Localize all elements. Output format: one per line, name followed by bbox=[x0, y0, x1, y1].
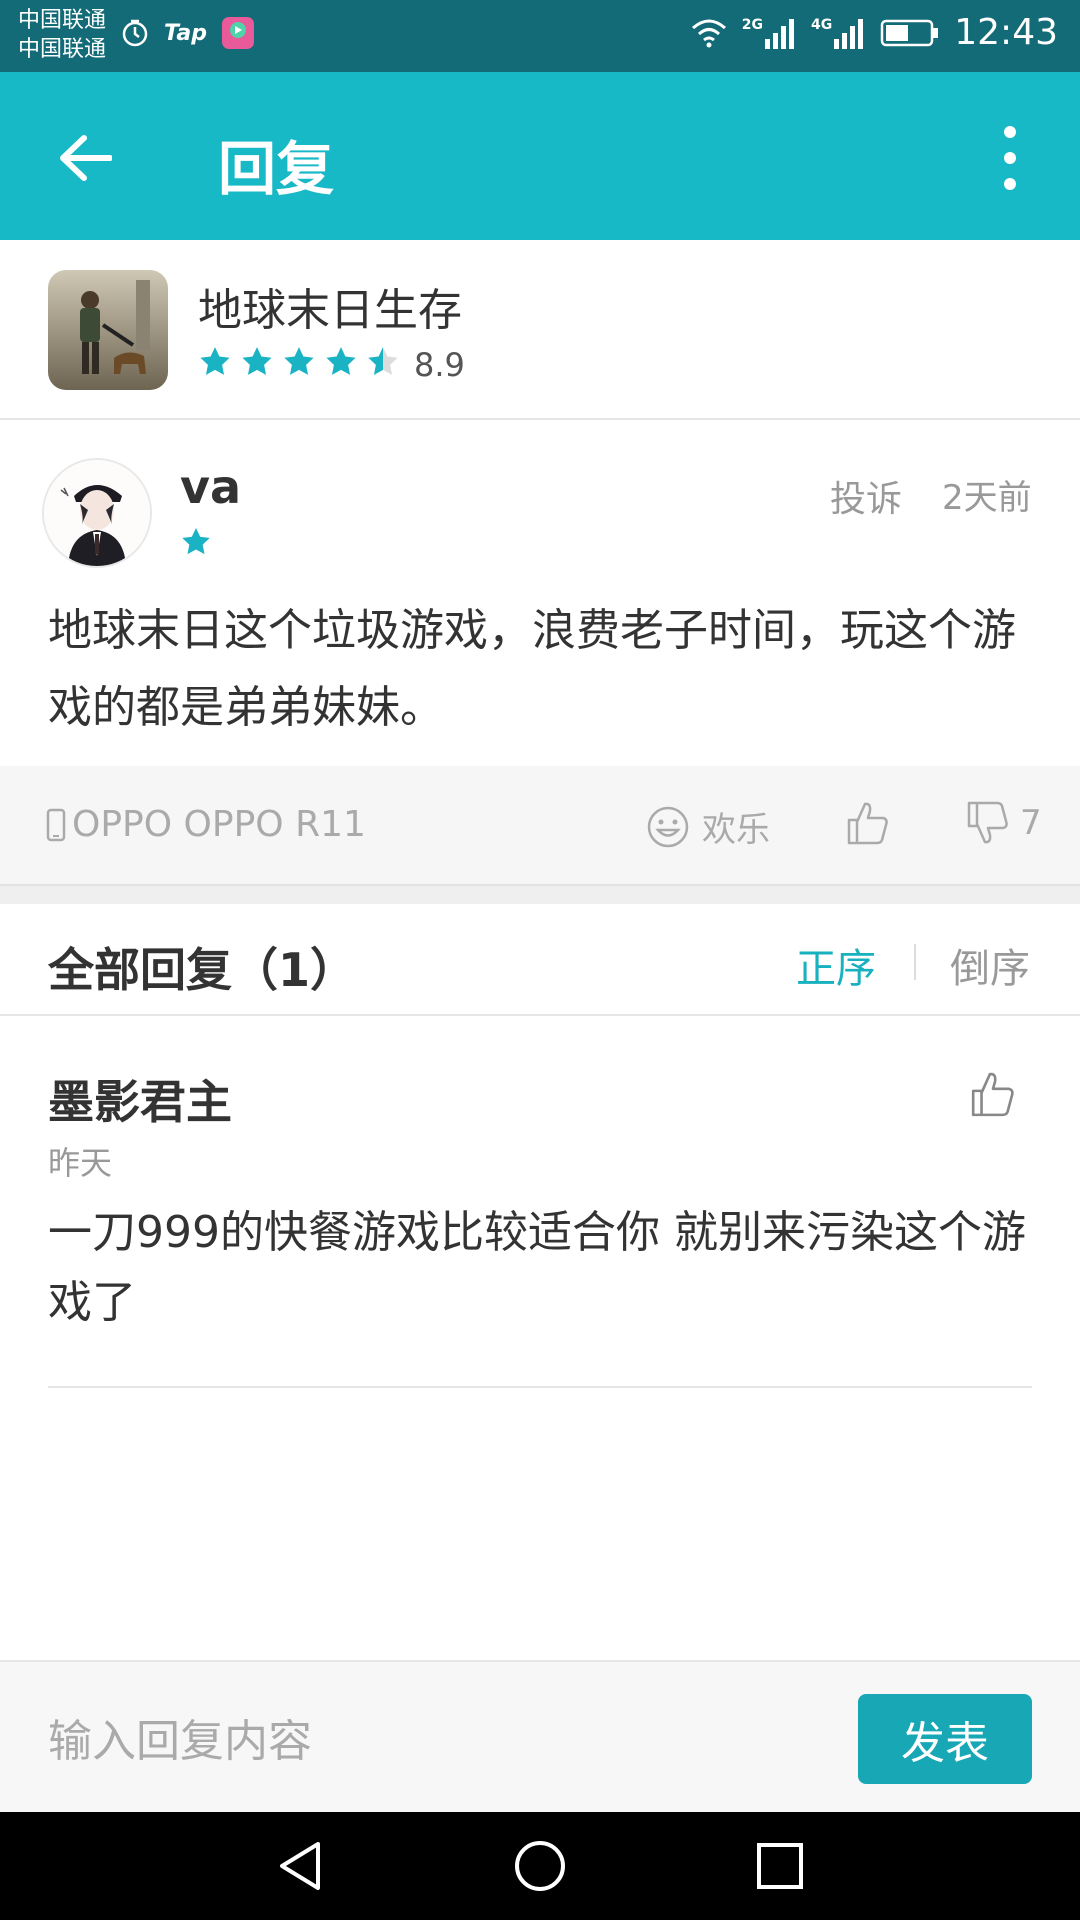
clock: 12:43 bbox=[954, 12, 1058, 53]
system-nav-bar bbox=[0, 1812, 1080, 1920]
review-text: 地球末日这个垃圾游戏，浪费老子时间，玩这个游戏的都是弟弟妹妹。 bbox=[48, 605, 1016, 733]
signal-icon bbox=[834, 18, 864, 49]
device-label: OPPO OPPO R11 bbox=[72, 804, 366, 845]
carrier-label-1: 中国联通 bbox=[18, 8, 107, 33]
star-half-icon bbox=[368, 347, 398, 375]
mood-label: 欢乐 bbox=[702, 810, 770, 850]
mood-tag: 欢乐 bbox=[646, 802, 770, 851]
reply-time: 昨天 bbox=[48, 1144, 113, 1182]
game-icon bbox=[48, 270, 168, 390]
star-icon bbox=[200, 347, 230, 375]
more-vert-icon-dot bbox=[1004, 152, 1016, 164]
more-vert-icon-dot bbox=[1004, 178, 1016, 190]
reply-like-button[interactable] bbox=[970, 1070, 1016, 1122]
device-info: OPPO OPPO R11 bbox=[46, 804, 366, 845]
thumbs-up-icon bbox=[847, 802, 888, 845]
more-menu-button[interactable] bbox=[990, 126, 1030, 190]
game-rating-stars bbox=[198, 345, 400, 379]
circle-home-icon bbox=[515, 1841, 565, 1891]
carrier-info: 中国联通 中国联通 bbox=[18, 6, 106, 64]
nav-back-button[interactable] bbox=[270, 1836, 330, 1900]
reply-item: 墨影君主 昨天 一刀999的快餐游戏比较适合你 就别来污染这个游戏了 bbox=[48, 1016, 1032, 1388]
star-icon bbox=[182, 528, 210, 555]
signal-4g: 4G bbox=[811, 17, 866, 49]
dislike-button[interactable]: 7 bbox=[966, 800, 1042, 846]
page-title: 回复 bbox=[218, 135, 335, 203]
reply-username[interactable]: 墨影君主 bbox=[48, 1066, 232, 1132]
replies-title: 全部回复（1） bbox=[48, 943, 357, 997]
phone-icon bbox=[46, 808, 66, 841]
smiley-icon bbox=[647, 806, 689, 847]
status-bar: 中国联通 中国联通 Tap 2G 4G 12:43 bbox=[0, 0, 1080, 72]
thumbs-down-icon bbox=[967, 801, 1008, 844]
review-time: 2天前 bbox=[942, 478, 1032, 518]
arrow-left-icon bbox=[60, 135, 112, 181]
dislike-count: 7 bbox=[1020, 803, 1042, 843]
status-system-icons: 2G 4G 12:43 bbox=[690, 12, 1058, 53]
game-rating-value: 8.9 bbox=[414, 346, 465, 384]
status-app-icons: Tap bbox=[120, 16, 255, 50]
review-meta-bar: OPPO OPPO R11 欢乐 7 bbox=[0, 766, 1080, 886]
report-button[interactable]: 投诉 bbox=[830, 470, 902, 522]
reply-composer: 发表 bbox=[0, 1660, 1080, 1814]
nav-recents-button[interactable] bbox=[754, 1840, 806, 1896]
review-username[interactable]: va bbox=[180, 460, 241, 514]
carrier-label-2: 中国联通 bbox=[18, 37, 107, 62]
video-app-icon bbox=[222, 17, 254, 49]
sort-ascending-button[interactable]: 正序 bbox=[796, 936, 876, 994]
signal-icon bbox=[765, 18, 795, 49]
reply-text: 一刀999的快餐游戏比较适合你 就别来污染这个游戏了 bbox=[48, 1207, 1026, 1328]
triangle-back-icon bbox=[280, 1842, 320, 1890]
net-4g-label: 4G bbox=[811, 16, 833, 33]
alarm-icon bbox=[122, 19, 148, 47]
wifi-icon bbox=[691, 19, 726, 47]
game-title: 地球末日生存 bbox=[198, 285, 462, 336]
avatar[interactable] bbox=[42, 458, 152, 568]
sort-descending-button[interactable]: 倒序 bbox=[950, 936, 1030, 994]
star-icon bbox=[284, 347, 314, 375]
back-button[interactable] bbox=[50, 128, 120, 188]
review-card: va 投诉 2天前 地球末日这个垃圾游戏，浪费老子时间，玩这个游戏的都是弟弟妹妹… bbox=[0, 420, 1080, 766]
nav-home-button[interactable] bbox=[512, 1836, 568, 1900]
battery-icon bbox=[881, 19, 939, 46]
sort-divider bbox=[914, 944, 916, 980]
section-divider bbox=[0, 886, 1080, 904]
more-vert-icon bbox=[1004, 126, 1016, 138]
star-icon bbox=[242, 347, 272, 375]
app-bar: 回复 bbox=[0, 72, 1080, 240]
thumbs-up-icon bbox=[971, 1072, 1014, 1117]
signal-2g: 2G bbox=[742, 17, 797, 49]
square-recents-icon bbox=[757, 1843, 803, 1889]
game-card[interactable]: 地球末日生存 8.9 bbox=[0, 240, 1080, 420]
submit-button[interactable]: 发表 bbox=[858, 1694, 1032, 1784]
net-2g-label: 2G bbox=[741, 16, 764, 33]
replies-header: 全部回复（1） 正序 倒序 bbox=[0, 904, 1080, 1016]
tap-app-icon: Tap bbox=[164, 20, 207, 46]
star-icon bbox=[326, 347, 356, 375]
reply-input[interactable] bbox=[48, 1706, 808, 1776]
user-level-stars bbox=[180, 526, 212, 562]
like-button[interactable] bbox=[846, 800, 890, 850]
